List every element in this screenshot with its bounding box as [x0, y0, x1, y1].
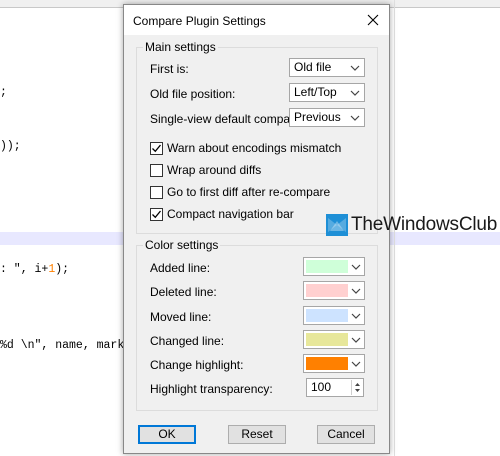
reset-button[interactable]: Reset [228, 425, 286, 444]
checkbox-label: Go to first diff after re-compare [167, 185, 331, 199]
up-down-arrows-icon [355, 383, 360, 392]
added-line-label: Added line: [150, 261, 211, 275]
old-file-position-select[interactable]: Left/Top [289, 83, 365, 102]
dialog-title: Compare Plugin Settings [133, 14, 266, 28]
color-swatch [306, 284, 348, 297]
added-line-color-picker[interactable] [303, 257, 365, 276]
chevron-down-icon [351, 288, 361, 294]
transparency-value: 100 [311, 380, 332, 394]
go-to-first-diff-checkbox[interactable]: Go to first diff after re-compare [150, 184, 330, 200]
checkbox-box [150, 163, 163, 177]
dialog-titlebar: Compare Plugin Settings [124, 5, 389, 35]
highlight-transparency-label: Highlight transparency: [150, 382, 273, 396]
change-highlight-color-picker[interactable] [303, 354, 365, 373]
color-swatch [306, 309, 348, 322]
close-icon [367, 14, 379, 26]
cancel-button[interactable]: Cancel [317, 425, 375, 444]
checkbox-box [150, 207, 163, 221]
code-line: )); [0, 140, 21, 153]
checkbox-box [150, 141, 163, 155]
checkbox-label: Warn about encodings mismatch [167, 141, 342, 155]
watermark: TheWindowsClub [326, 214, 497, 236]
chevron-down-icon [351, 361, 361, 367]
chevron-down-icon [350, 115, 360, 121]
windows-logo-icon [326, 214, 348, 236]
main-settings-legend: Main settings [143, 40, 218, 54]
first-is-value: Old file [294, 60, 332, 74]
warn-encodings-checkbox[interactable]: Warn about encodings mismatch [150, 140, 341, 156]
color-settings-legend: Color settings [143, 238, 221, 252]
wrap-around-checkbox[interactable]: Wrap around diffs [150, 162, 261, 178]
chevron-down-icon [351, 337, 361, 343]
color-swatch [306, 260, 348, 273]
code-text: ); [55, 263, 70, 276]
code-line: ; [0, 86, 7, 99]
changed-line-label: Changed line: [150, 334, 225, 348]
chevron-down-icon [350, 90, 360, 96]
code-line: : ", i+1); [0, 263, 69, 276]
watermark-text: TheWindowsClub [351, 214, 498, 235]
change-highlight-label: Change highlight: [150, 358, 244, 372]
old-file-position-label: Old file position: [150, 87, 236, 101]
chevron-down-icon [350, 65, 360, 71]
checkbox-box [150, 185, 163, 199]
code-line: %d \n", name, marks [0, 339, 132, 352]
chevron-down-icon [351, 264, 361, 270]
first-is-label: First is: [150, 62, 189, 76]
first-is-select[interactable]: Old file [289, 58, 365, 77]
checkbox-label: Wrap around diffs [167, 163, 262, 177]
compact-nav-bar-checkbox[interactable]: Compact navigation bar [150, 206, 294, 222]
deleted-line-label: Deleted line: [150, 285, 217, 299]
chevron-down-icon [351, 313, 361, 319]
checkbox-label: Compact navigation bar [167, 207, 294, 221]
deleted-line-color-picker[interactable] [303, 281, 365, 300]
color-swatch [306, 333, 348, 346]
highlight-transparency-spinner[interactable]: 100 [306, 378, 364, 397]
close-button[interactable] [360, 9, 386, 31]
changed-line-color-picker[interactable] [303, 330, 365, 349]
moved-line-label: Moved line: [150, 310, 212, 324]
single-view-value: Previous [294, 110, 341, 124]
moved-line-color-picker[interactable] [303, 306, 365, 325]
single-view-select[interactable]: Previous [289, 108, 365, 127]
spinner-buttons[interactable] [351, 380, 362, 395]
ok-button[interactable]: OK [138, 425, 196, 444]
code-text: : ", i+ [0, 263, 49, 276]
checkmark-icon [152, 210, 162, 218]
checkmark-icon [152, 144, 162, 152]
old-file-position-value: Left/Top [294, 85, 337, 99]
color-swatch [306, 357, 348, 370]
